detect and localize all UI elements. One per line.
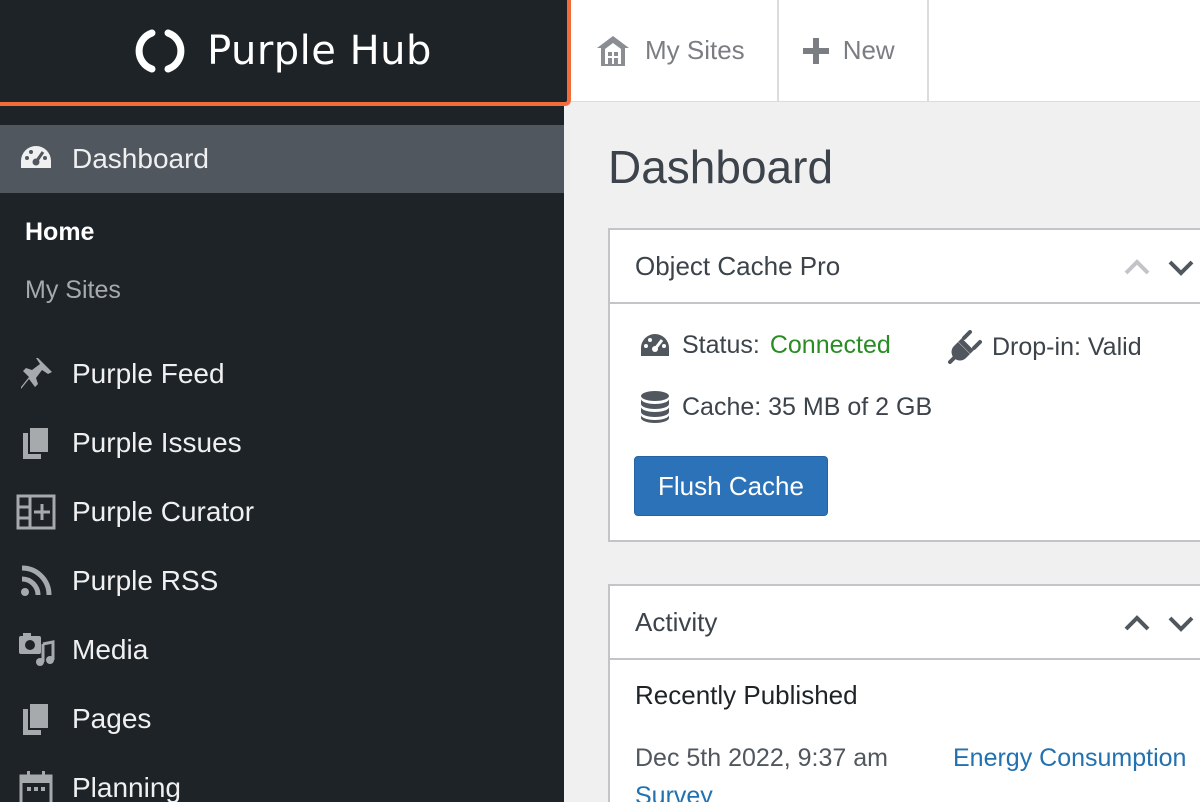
sidebar-item-planning[interactable]: Planning xyxy=(0,768,564,802)
sidebar-item-purple-curator-label: Purple Curator xyxy=(72,496,255,527)
object-cache-panel-title: Object Cache Pro xyxy=(635,250,841,281)
dropin-status: Drop-in: Valid xyxy=(948,330,1142,364)
sidebar-item-pages[interactable]: Pages xyxy=(0,699,564,739)
cache-usage-label: Cache: 35 MB of 2 GB xyxy=(682,392,933,421)
plus-icon xyxy=(802,37,829,64)
recently-published-heading: Recently Published xyxy=(635,680,858,710)
top-nav-new[interactable]: New xyxy=(779,0,929,101)
sidebar-item-pages-label: Pages xyxy=(72,703,152,734)
plug-icon xyxy=(948,330,982,364)
top-nav-my-sites-label: My Sites xyxy=(645,35,745,65)
chevron-down-icon[interactable] xyxy=(1166,252,1196,282)
sidebar-item-planning-label: Planning xyxy=(72,772,181,802)
brand-header[interactable]: Purple Hub xyxy=(0,0,571,106)
curator-icon xyxy=(16,492,56,532)
database-icon xyxy=(641,391,669,423)
sites-icon xyxy=(597,35,629,66)
top-navigation: My Sites New xyxy=(571,0,1200,102)
sidebar-item-media-label: Media xyxy=(72,634,149,665)
object-cache-panel-header: Object Cache Pro xyxy=(610,230,1200,304)
cache-status-value: Connected xyxy=(769,330,891,359)
cache-usage: Cache: 35 MB of 2 GB xyxy=(638,390,932,424)
activity-panel-title: Activity xyxy=(635,606,718,637)
sidebar-item-purple-curator[interactable]: Purple Curator xyxy=(0,492,564,532)
sidebar-item-purple-feed[interactable]: Purple Feed xyxy=(0,354,564,394)
sidebar-item-purple-issues[interactable]: Purple Issues xyxy=(0,423,564,463)
activity-post-link[interactable]: Energy Consumption xyxy=(953,744,1186,773)
chevron-up-icon[interactable] xyxy=(1122,252,1152,282)
object-cache-panel: Object Cache Pro Status: Connected Drop-… xyxy=(608,228,1200,542)
sidebar-item-media[interactable]: Media xyxy=(0,630,564,670)
chevron-down-icon[interactable] xyxy=(1166,608,1196,638)
sidebar-item-purple-rss[interactable]: Purple RSS xyxy=(0,561,564,601)
brand-logo-icon xyxy=(135,29,185,73)
gauge-icon xyxy=(641,334,669,356)
rss-icon xyxy=(16,561,56,601)
dashboard-icon xyxy=(16,139,56,179)
sidebar-item-purple-rss-label: Purple RSS xyxy=(72,565,219,596)
top-nav-new-label: New xyxy=(842,35,895,65)
activity-post-link-continued[interactable]: Survey xyxy=(635,782,713,802)
activity-panel: Activity Recently Published Dec 5th 2022… xyxy=(608,584,1200,802)
sidebar-item-purple-feed-label: Purple Feed xyxy=(72,358,225,389)
calendar-icon xyxy=(16,768,56,802)
issues-icon xyxy=(16,423,56,463)
pin-icon xyxy=(16,354,56,394)
top-nav-my-sites[interactable]: My Sites xyxy=(571,0,779,101)
submenu-item-my-sites[interactable]: My Sites xyxy=(25,276,121,305)
submenu-item-home[interactable]: Home xyxy=(25,218,94,247)
sidebar-item-dashboard[interactable]: Dashboard xyxy=(0,125,564,193)
activity-date: Dec 5th 2022, 9:37 am xyxy=(635,744,888,772)
page-title: Dashboard xyxy=(608,141,834,193)
activity-panel-header: Activity xyxy=(610,586,1200,660)
pages-icon xyxy=(16,699,56,739)
sidebar-item-dashboard-label: Dashboard xyxy=(72,143,209,174)
brand-title: Purple Hub xyxy=(207,28,432,74)
media-icon xyxy=(16,630,56,670)
cache-status-label: Status: xyxy=(682,330,760,359)
cache-status: Status: Connected xyxy=(638,330,891,360)
dropin-status-label: Drop-in: Valid xyxy=(992,332,1142,361)
sidebar: Dashboard Home My Sites Purple Feed Purp… xyxy=(0,106,564,802)
chevron-up-icon[interactable] xyxy=(1122,608,1152,638)
flush-cache-button[interactable]: Flush Cache xyxy=(634,456,828,516)
sidebar-item-purple-issues-label: Purple Issues xyxy=(72,427,242,458)
